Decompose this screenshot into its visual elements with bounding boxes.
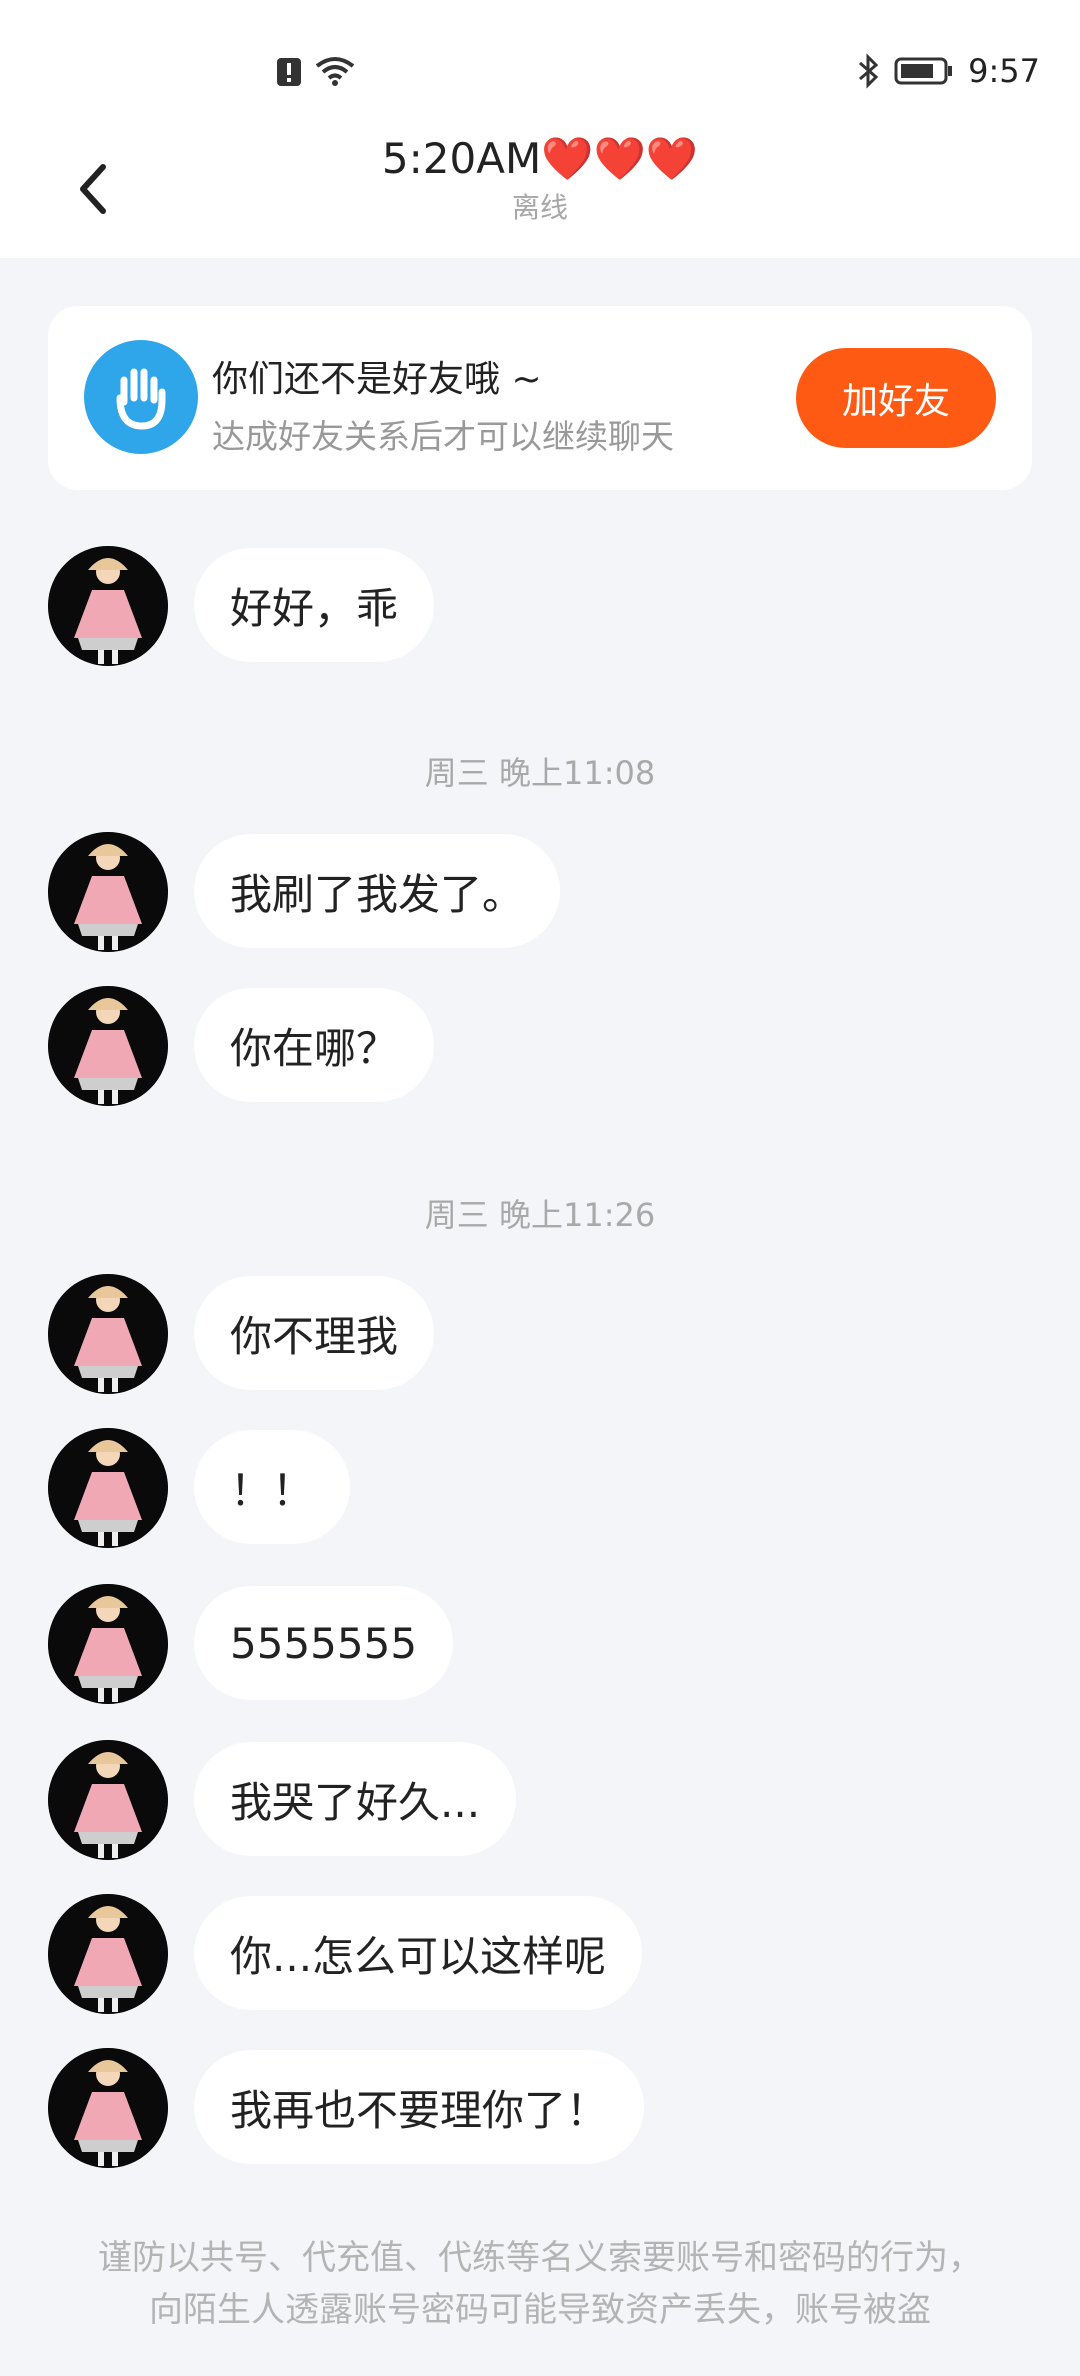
message-bubble[interactable]: 5555555 [194,1586,454,1700]
friend-card-subtitle: 达成好友关系后才可以继续聊天 [212,417,674,456]
chat-title: 5:20AM❤️❤️❤️ [0,134,1080,184]
online-status: 离线 [511,191,568,224]
wave-hand-icon [84,340,198,454]
add-friend-card: 你们还不是好友哦 ~ 达成好友关系后才可以继续聊天 加好友 [48,306,1032,490]
message-bubble[interactable]: 你...怎么可以这样呢 [194,1896,643,2010]
avatar[interactable] [48,832,168,952]
battery-icon [894,57,953,85]
header-title-wrap: 5:20AM❤️❤️❤️ 离线 [0,134,1080,226]
message-bubble[interactable]: 我哭了好久... [194,1742,517,1856]
status-bar: 9:57 [0,0,1080,128]
avatar[interactable] [48,1740,168,1860]
add-friend-button[interactable]: 加好友 [796,348,996,448]
message-bubble[interactable]: 你在哪？ [194,988,435,1102]
bluetooth-icon [859,53,879,89]
status-right: 9:57 [856,52,1040,90]
avatar[interactable] [48,986,168,1106]
friend-card-title: 你们还不是好友哦 ~ [212,359,542,400]
wifi-icon [315,57,355,86]
message-bubble[interactable]: ！！ [194,1430,351,1544]
security-warning: 谨防以共号、代充值、代练等名义索要账号和密码的行为，向陌生人透露账号密码可能导致… [98,2238,982,2330]
chat-header: 5:20AM❤️❤️❤️ 离线 [0,128,1080,258]
avatar[interactable] [48,2048,168,2168]
avatar[interactable] [48,1428,168,1548]
status-left-icons [276,56,356,88]
chat-title-text: 5:20AM [381,134,542,183]
message-bubble[interactable]: 我再也不要理你了！ [194,2050,645,2164]
message-bubble[interactable]: 我刷了我发了。 [194,834,561,948]
chat-title-hearts: ❤️❤️❤️ [541,134,699,183]
avatar[interactable] [48,546,168,666]
status-time: 9:57 [968,52,1040,90]
alert-sim-icon [277,58,301,86]
timestamp: 周三 晚上11:26 [424,1196,656,1234]
avatar[interactable] [48,1894,168,2014]
timestamp: 周三 晚上11:08 [424,754,656,792]
avatar[interactable] [48,1584,168,1704]
message-bubble[interactable]: 你不理我 [194,1276,435,1390]
message-bubble[interactable]: 好好，乖 [194,548,435,662]
avatar[interactable] [48,1274,168,1394]
